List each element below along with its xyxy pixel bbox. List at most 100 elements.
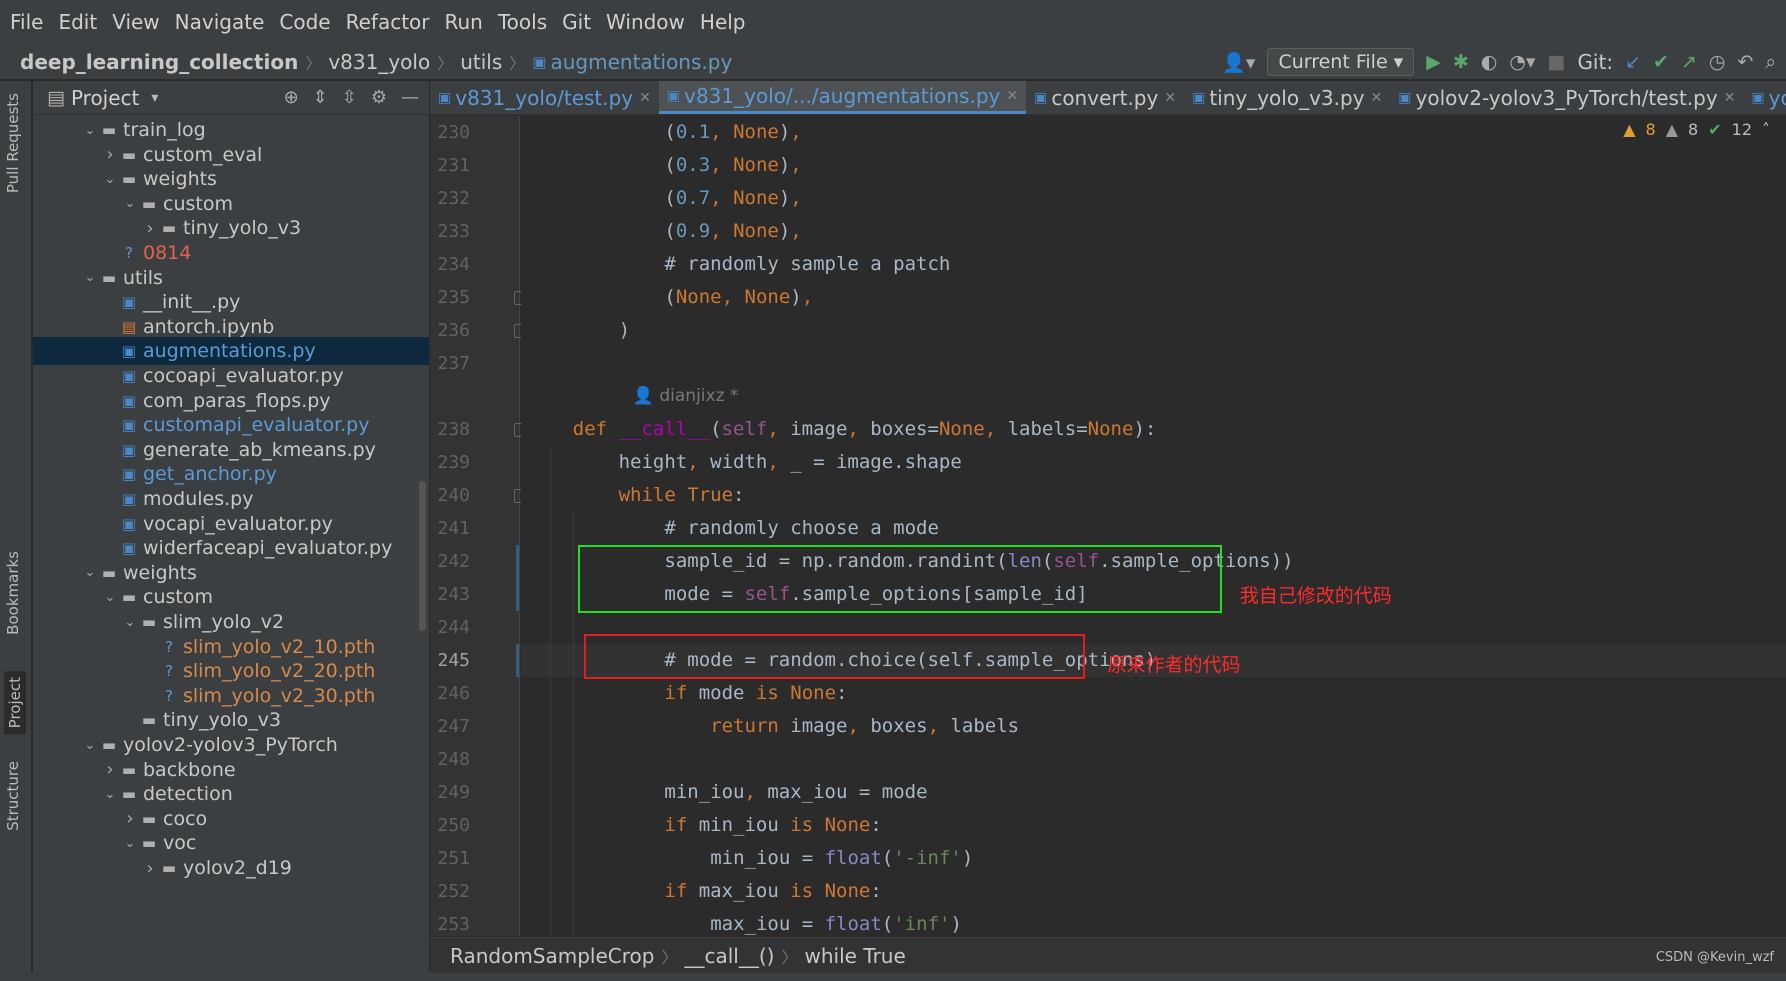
code-line[interactable]: (0.3, None), [664, 149, 801, 182]
menu-help[interactable]: Help [700, 10, 746, 34]
menu-git[interactable]: Git [562, 10, 591, 34]
code-editor[interactable]: ▲ 8 ▲ 8 ✔ 12 ˄ (0.1, None), (0.3, None), (0.7… [521, 116, 1786, 936]
breadcrumb-loop[interactable]: while True [805, 944, 906, 968]
chevron-right-icon[interactable]: › [101, 144, 119, 165]
breadcrumb-class[interactable]: RandomSampleCrop [450, 944, 654, 968]
search-icon[interactable]: ⌕ [1765, 51, 1776, 73]
menu-tools[interactable]: Tools [498, 10, 547, 34]
code-line[interactable]: while True: [619, 479, 745, 512]
tree-item[interactable]: › ▬ yolov2_d19 [33, 854, 429, 882]
coverage-icon[interactable]: ◐ [1481, 51, 1498, 73]
tab-tiny-yolo-v3[interactable]: ▣ tiny_yolo_v3.py ✕ [1184, 81, 1390, 114]
chevron-right-icon[interactable]: › [101, 759, 119, 780]
git-push-icon[interactable]: ↗ [1681, 51, 1697, 73]
tab-yolov2-test[interactable]: ▣ yolov2-yolov3_PyTorch/test.py ✕ [1390, 81, 1743, 114]
tab-v831-test[interactable]: ▣ v831_yolo/test.py ✕ [430, 81, 659, 114]
locate-icon[interactable]: ⊕ [284, 87, 299, 108]
close-icon[interactable]: ✕ [639, 90, 651, 106]
project-tab[interactable]: Project [4, 671, 26, 735]
minimize-icon[interactable]: — [401, 87, 419, 108]
close-icon[interactable]: ✕ [1006, 88, 1018, 104]
menu-edit[interactable]: Edit [58, 10, 97, 34]
chevron-down-icon[interactable]: ⌄ [121, 836, 139, 851]
code-line[interactable]: return image, boxes, labels [710, 710, 1019, 743]
profile-icon[interactable]: ◔▾ [1509, 51, 1535, 73]
run-icon[interactable]: ▶ [1426, 51, 1441, 73]
python-file-icon: ▣ [121, 440, 137, 459]
collapse-all-icon[interactable]: ⇳ [342, 87, 357, 108]
chevron-up-icon[interactable]: ˄ [1762, 120, 1770, 139]
chevron-right-icon[interactable]: › [141, 858, 159, 879]
gear-icon[interactable]: ⚙ [371, 87, 387, 108]
chevron-down-icon[interactable]: ⌄ [101, 590, 119, 605]
stop-icon[interactable]: ■ [1547, 51, 1565, 73]
chevron-down-icon[interactable]: ⌄ [101, 172, 119, 187]
run-config-dropdown[interactable]: Current File ▾ [1267, 48, 1415, 76]
breadcrumb-method[interactable]: __call__() [685, 944, 775, 968]
chevron-down-icon[interactable]: ⌄ [81, 123, 99, 138]
expand-all-icon[interactable]: ⇕ [313, 87, 328, 108]
menu-run[interactable]: Run [445, 10, 483, 34]
history-icon[interactable]: ◷ [1709, 51, 1726, 73]
code-line[interactable]: if mode is None: [664, 677, 847, 710]
chevron-down-icon[interactable]: ⌄ [101, 787, 119, 802]
chevron-down-icon[interactable]: ⌄ [121, 196, 139, 211]
debug-icon[interactable]: ✱ [1453, 51, 1469, 73]
code-line[interactable]: min_iou, max_iou = mode [664, 776, 927, 809]
tab-yolo[interactable]: ▣yolo [1743, 81, 1786, 114]
chevron-down-icon[interactable]: ⌄ [81, 270, 99, 285]
breadcrumb-project[interactable]: deep_learning_collection [20, 50, 298, 74]
folder-icon: ▬ [101, 563, 117, 582]
code-line[interactable]: if min_iou is None: [664, 809, 881, 842]
inspection-widget[interactable]: ▲ 8 ▲ 8 ✔ 12 ˄ [1623, 120, 1770, 139]
chevron-down-icon[interactable]: ⌄ [121, 615, 139, 630]
chevron-right-icon[interactable]: › [141, 218, 159, 239]
unknown-file-icon: ? [125, 244, 133, 262]
code-line[interactable]: (0.7, None), [664, 182, 801, 215]
change-marker[interactable] [516, 578, 519, 611]
code-line[interactable]: # randomly sample a patch [664, 248, 950, 281]
chevron-down-icon[interactable]: ⌄ [81, 565, 99, 580]
folder-icon: ▬ [121, 588, 137, 607]
scrollbar-thumb[interactable] [419, 481, 426, 631]
code-line[interactable]: if max_iou is None: [664, 875, 881, 908]
rollback-icon[interactable]: ↶ [1737, 51, 1753, 73]
code-line[interactable]: ) [619, 314, 630, 347]
menu-view[interactable]: View [112, 10, 159, 34]
git-commit-icon[interactable]: ✔ [1653, 51, 1669, 73]
chevron-down-icon[interactable]: ▾ [151, 90, 158, 106]
line-number: 238 [437, 419, 470, 440]
tab-convert[interactable]: ▣ convert.py ✕ [1026, 81, 1184, 114]
menu-navigate[interactable]: Navigate [175, 10, 265, 34]
change-marker[interactable] [516, 545, 519, 578]
code-line[interactable]: (None, None), [664, 281, 813, 314]
close-icon[interactable]: ✕ [1724, 90, 1736, 106]
code-line[interactable]: min_iou = float('-inf') [710, 842, 973, 875]
menu-window[interactable]: Window [606, 10, 685, 34]
code-line[interactable]: # randomly choose a mode [664, 512, 939, 545]
chevron-right-icon[interactable]: › [121, 808, 139, 829]
structure-tab[interactable]: Structure [4, 761, 22, 831]
code-line[interactable]: (0.1, None), [664, 116, 801, 149]
close-icon[interactable]: ✕ [1164, 90, 1176, 106]
pull-requests-tab[interactable]: Pull Requests [4, 93, 22, 193]
menu-code[interactable]: Code [279, 10, 330, 34]
breadcrumb-file[interactable]: augmentations.py [550, 50, 732, 74]
menu-refactor[interactable]: Refactor [346, 10, 430, 34]
breadcrumb-dir1[interactable]: v831_yolo [328, 50, 430, 74]
code-line[interactable]: height, width, _ = image.shape [619, 446, 962, 479]
project-title[interactable]: Project [71, 86, 139, 110]
code-line[interactable]: max_iou = float('inf') [710, 908, 962, 936]
menu-file[interactable]: File [10, 10, 43, 34]
bookmarks-tab[interactable]: Bookmarks [4, 551, 22, 635]
code-line[interactable]: def __call__(self, image, boxes=None, la… [573, 413, 1157, 446]
code-line[interactable]: (0.9, None), [664, 215, 801, 248]
tree-item-label: coco [163, 807, 208, 830]
close-icon[interactable]: ✕ [1371, 90, 1383, 106]
git-update-icon[interactable]: ↙ [1625, 51, 1641, 73]
change-marker[interactable] [516, 644, 519, 677]
user-icon[interactable]: 👤▾ [1222, 51, 1255, 74]
chevron-down-icon[interactable]: ⌄ [81, 738, 99, 753]
tab-augmentations[interactable]: ▣ v831_yolo/.../augmentations.py ✕ [658, 81, 1027, 114]
breadcrumb-dir2[interactable]: utils [460, 50, 502, 74]
